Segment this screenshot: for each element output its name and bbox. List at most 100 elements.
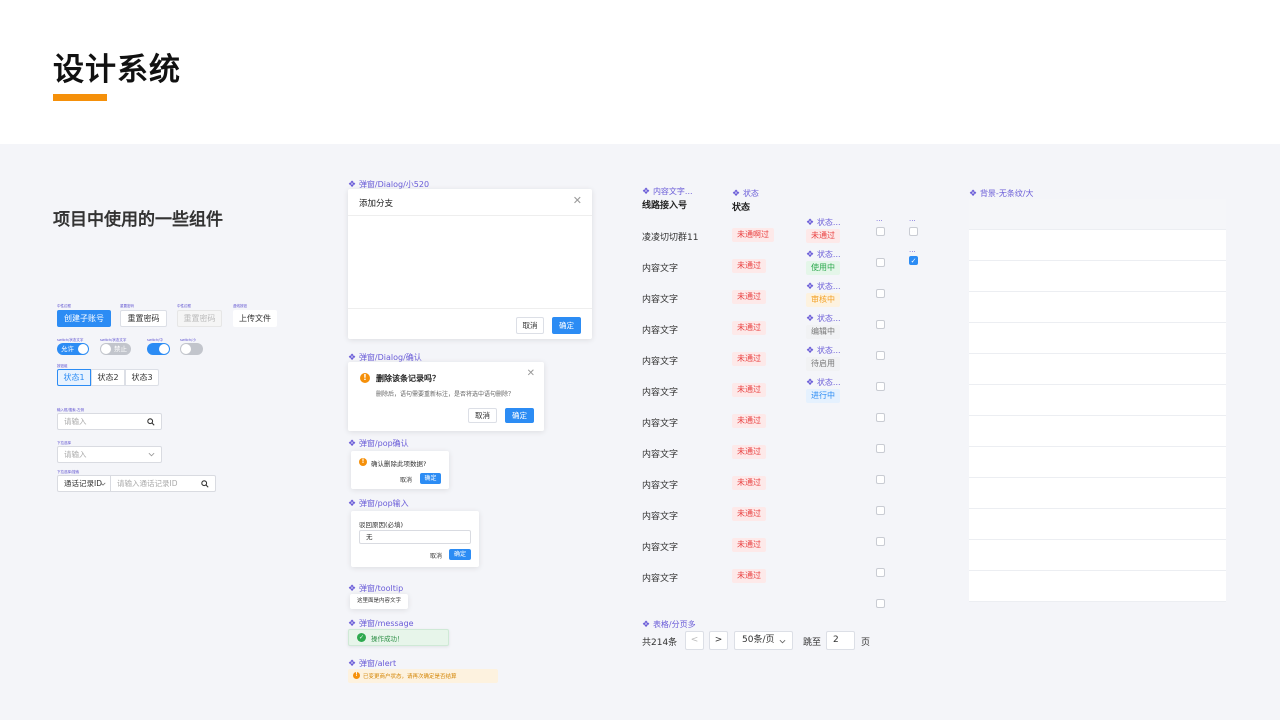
title-accent-bar: [53, 94, 107, 101]
segment-1[interactable]: 状态1: [57, 369, 91, 386]
caption-status: ❖ 状态...: [806, 218, 841, 228]
search-input[interactable]: 请输入: [57, 413, 162, 430]
warning-icon: !: [360, 373, 370, 383]
status-tag: 未通啊过: [732, 228, 774, 242]
background-row: [969, 261, 1226, 292]
table-row-name: 内容文字: [642, 481, 679, 491]
warning-icon: !: [353, 672, 360, 679]
status-tag: 未通过: [732, 476, 766, 490]
switch-forbid[interactable]: 禁止: [100, 343, 131, 355]
combo-search-input[interactable]: 请输入通话记录ID: [110, 475, 216, 492]
checkbox[interactable]: [876, 537, 885, 546]
warning-icon: !: [359, 458, 367, 466]
pager-next-button[interactable]: >: [709, 631, 728, 650]
pop-cancel-button[interactable]: 取消: [400, 475, 412, 484]
upload-file-button[interactable]: 上传文件: [233, 310, 277, 327]
caption-checkbox: ...: [876, 215, 883, 223]
pop-input: 驳回原因(必填) 无 取消 确定: [351, 511, 479, 567]
reset-password-button[interactable]: 重置密码: [120, 310, 167, 327]
pager-prev-button[interactable]: <: [685, 631, 704, 650]
checkbox[interactable]: [876, 320, 885, 329]
checkbox-checked[interactable]: ✓: [909, 256, 918, 265]
background-row: [969, 509, 1226, 540]
chevron-down-icon: [148, 452, 155, 457]
column-header-line: 线路接入号: [642, 201, 688, 211]
divider: [348, 215, 592, 216]
switch-knob: [101, 344, 111, 354]
create-subaccount-button[interactable]: 创建子账号: [57, 310, 111, 327]
switch-knob: [78, 344, 88, 354]
background-row: [969, 354, 1226, 385]
tooltip: 这里面是内容文字: [350, 594, 408, 609]
table-row-name: 内容文字: [642, 419, 679, 429]
status-tag: 未通过: [732, 569, 766, 583]
pager-goto-label: 跳至: [803, 638, 822, 648]
switch-allow[interactable]: 允许: [57, 343, 89, 355]
switch-medium[interactable]: [147, 343, 170, 355]
checkbox[interactable]: [876, 475, 885, 484]
pop-input-ok-button[interactable]: 确定: [449, 549, 471, 560]
status-tag-green: 使用中: [806, 261, 840, 275]
checkbox[interactable]: [876, 258, 885, 267]
combo-select[interactable]: 通话记录ID: [57, 475, 111, 492]
pager-size-select[interactable]: 50条/页: [734, 631, 793, 650]
pop-input-cancel-button[interactable]: 取消: [430, 551, 442, 560]
checkbox[interactable]: [876, 568, 885, 577]
checkbox[interactable]: [876, 382, 885, 391]
caption-status: ❖ 状态...: [806, 346, 841, 356]
confirm-desc: 删除后，语句需要重新标注，是否将选中语句删除？: [376, 391, 515, 398]
pager-size-value: 50条/页: [742, 635, 775, 645]
pop-ok-button[interactable]: 确定: [420, 473, 441, 484]
pager-page-unit: 页: [861, 638, 871, 648]
background-row: [969, 292, 1226, 323]
page-title: 设计系统: [53, 52, 181, 88]
status-tag-blue: 进行中: [806, 389, 840, 403]
segment-3[interactable]: 状态3: [125, 369, 159, 386]
background-row: [969, 416, 1226, 447]
dialog: 添加分支 ✕ 取消 确定: [348, 189, 592, 339]
status-tag: 未通过: [732, 383, 766, 397]
checkbox[interactable]: [909, 227, 918, 236]
search-placeholder: 请输入: [64, 417, 87, 426]
close-icon[interactable]: ✕: [527, 368, 535, 379]
status-tag: 未通过: [732, 290, 766, 304]
caption-col2: ❖ 状态: [732, 189, 759, 199]
dialog-cancel-button[interactable]: 取消: [516, 317, 544, 334]
status-tag-red: 未通过: [806, 229, 840, 243]
pager-page-input[interactable]: 2: [826, 631, 855, 650]
table-row-name: 内容文字: [642, 574, 679, 584]
background-row: [969, 230, 1226, 261]
pop-input-field[interactable]: 无: [359, 530, 471, 544]
status-tag: 未通过: [732, 259, 766, 273]
checkbox[interactable]: [876, 351, 885, 360]
checkbox[interactable]: [876, 444, 885, 453]
table-row-name: 内容文字: [642, 357, 679, 367]
checkbox[interactable]: [876, 413, 885, 422]
confirm-dialog: ! 删除该条记录吗？ ✕ 删除后，语句需要重新标注，是否将选中语句删除？ 取消 …: [348, 362, 544, 431]
switch-on-label: 允许: [61, 345, 74, 353]
switch-small[interactable]: [180, 343, 203, 355]
segment-2[interactable]: 状态2: [91, 369, 125, 386]
caption-message: ❖ 弹窗/message: [348, 619, 414, 629]
dialog-ok-button[interactable]: 确定: [552, 317, 581, 334]
checkbox[interactable]: [876, 506, 885, 515]
combo-placeholder: 请输入通话记录ID: [117, 479, 178, 488]
checkbox[interactable]: [876, 227, 885, 236]
select-field[interactable]: 请输入: [57, 446, 162, 463]
background-row: [969, 571, 1226, 602]
dialog-title: 添加分支: [359, 199, 394, 209]
caption-pop-confirm: ❖ 弹窗/pop确认: [348, 439, 409, 449]
background-row: [969, 323, 1226, 354]
confirm-ok-button[interactable]: 确定: [505, 408, 534, 423]
table-row-name: 内容文字: [642, 450, 679, 460]
checkbox[interactable]: [876, 289, 885, 298]
close-icon[interactable]: ✕: [573, 194, 582, 207]
checkbox[interactable]: [876, 599, 885, 608]
table-row-name: 凌凌切切群11: [642, 233, 699, 243]
search-icon: [201, 480, 209, 488]
select-placeholder: 请输入: [64, 450, 87, 459]
confirm-cancel-button[interactable]: 取消: [468, 408, 497, 423]
caption-status: ❖ 状态...: [806, 314, 841, 324]
status-tag: 未通过: [732, 414, 766, 428]
background-row: [969, 540, 1226, 571]
